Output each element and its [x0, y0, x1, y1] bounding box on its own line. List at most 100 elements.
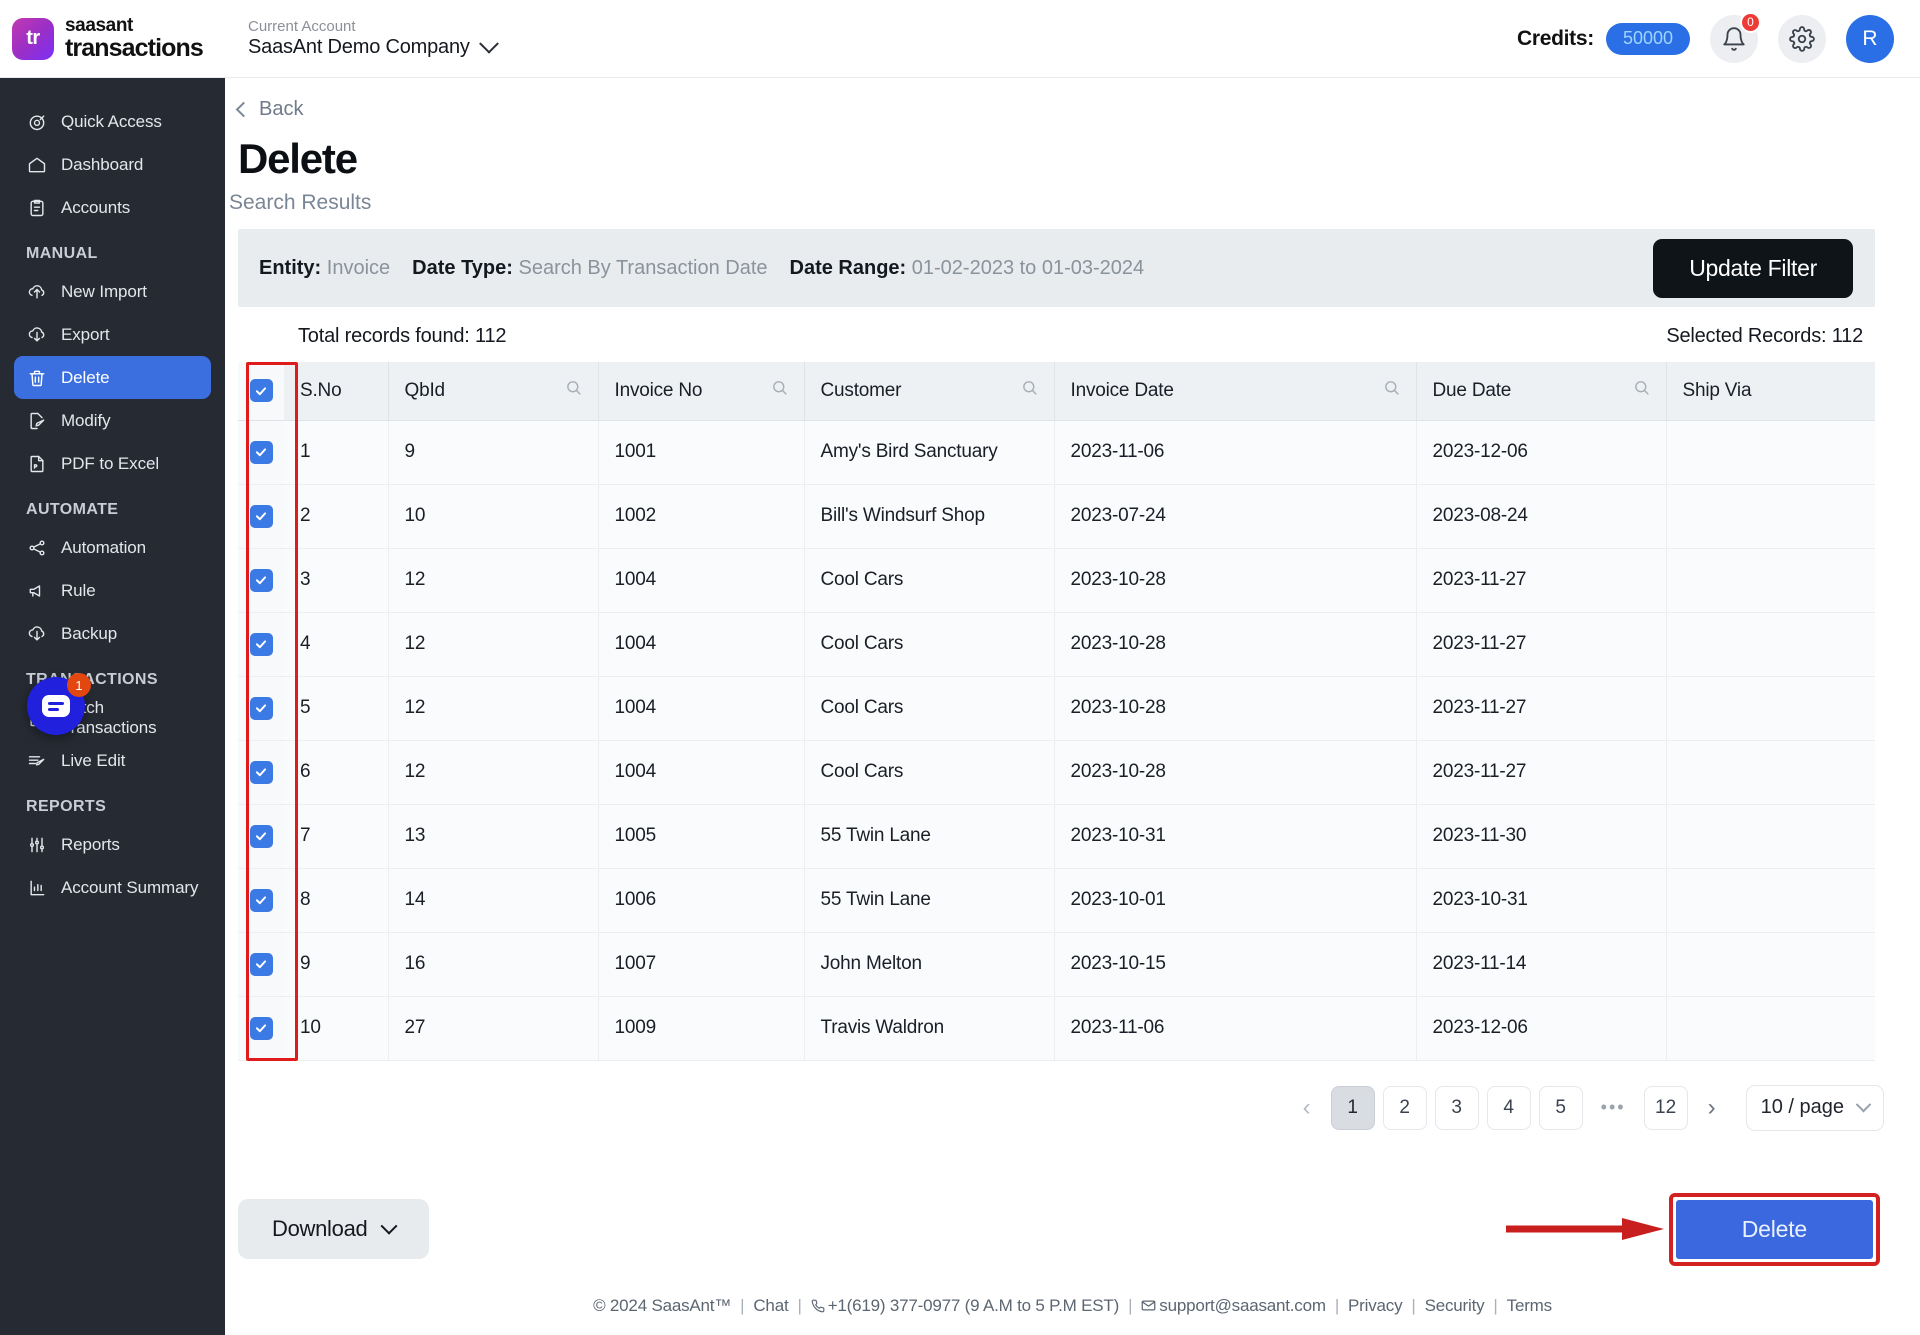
- notifications-button[interactable]: 0: [1710, 11, 1761, 63]
- sidebar-item-live-edit[interactable]: Live Edit: [14, 739, 211, 782]
- cell-invoice-no: 1009: [598, 996, 805, 1061]
- pagination-next-button[interactable]: ›: [1696, 1086, 1728, 1130]
- cell-qbid: 12: [388, 740, 599, 805]
- delete-button[interactable]: Delete: [1675, 1199, 1873, 1259]
- sidebar-item-quick-access[interactable]: Quick Access: [14, 100, 211, 143]
- brand-logo-area[interactable]: tr saasant transactions: [0, 16, 225, 61]
- row-select-cell[interactable]: [238, 932, 284, 997]
- table-row[interactable]: 7 13 1005 55 Twin Lane 2023-10-31 2023-1…: [238, 804, 1875, 869]
- pagination-prev-button[interactable]: ‹: [1291, 1086, 1323, 1130]
- sidebar-item-export[interactable]: Export: [14, 313, 211, 356]
- row-checkbox[interactable]: [249, 504, 273, 528]
- row-select-cell[interactable]: [238, 676, 284, 741]
- row-checkbox[interactable]: [249, 824, 273, 848]
- download-cloud-icon: [26, 324, 47, 345]
- row-select-cell[interactable]: [238, 868, 284, 933]
- row-checkbox[interactable]: [249, 760, 273, 784]
- footer-privacy-link[interactable]: Privacy: [1348, 1296, 1403, 1316]
- table-row[interactable]: 4 12 1004 Cool Cars 2023-10-28 2023-11-2…: [238, 612, 1875, 677]
- page-size-select[interactable]: 10 / page: [1745, 1084, 1884, 1131]
- table-row[interactable]: 6 12 1004 Cool Cars 2023-10-28 2023-11-2…: [238, 740, 1875, 805]
- pagination-page-2[interactable]: 2: [1382, 1085, 1427, 1130]
- row-checkbox[interactable]: [249, 696, 273, 720]
- footer-terms-link[interactable]: Terms: [1507, 1296, 1552, 1316]
- table-row[interactable]: 2 10 1002 Bill's Windsurf Shop 2023-07-2…: [238, 484, 1875, 549]
- sidebar-item-delete[interactable]: Delete: [14, 356, 211, 399]
- cell-due-date: 2023-11-27: [1416, 740, 1667, 805]
- row-checkbox[interactable]: [249, 568, 273, 592]
- search-icon[interactable]: [1383, 379, 1400, 402]
- search-icon[interactable]: [565, 379, 582, 402]
- search-icon[interactable]: [771, 379, 788, 402]
- pagination-page-5[interactable]: 5: [1538, 1085, 1583, 1130]
- filter-date-range: Date Range: 01-02-2023 to 01-03-2024: [790, 257, 1145, 280]
- table-row[interactable]: 3 12 1004 Cool Cars 2023-10-28 2023-11-2…: [238, 548, 1875, 613]
- user-avatar[interactable]: R: [1846, 14, 1894, 63]
- sidebar-item-accounts[interactable]: Accounts: [14, 186, 211, 229]
- row-checkbox[interactable]: [249, 632, 273, 656]
- sidebar-item-automation[interactable]: Automation: [14, 526, 211, 569]
- footer-email[interactable]: support@saasant.com: [1141, 1296, 1326, 1316]
- column-header-invoice-no[interactable]: Invoice No: [598, 362, 805, 421]
- table-row[interactable]: 10 27 1009 Travis Waldron 2023-11-06 202…: [238, 996, 1875, 1061]
- check-icon: [255, 960, 267, 969]
- sidebar-item-modify[interactable]: Modify: [14, 399, 211, 442]
- update-filter-button[interactable]: Update Filter: [1653, 238, 1853, 298]
- back-button[interactable]: Back: [225, 78, 1920, 121]
- sidebar-item-rule[interactable]: Rule: [14, 569, 211, 612]
- mail-icon: [1141, 1298, 1156, 1313]
- search-icon[interactable]: [1633, 379, 1650, 402]
- table-row[interactable]: 5 12 1004 Cool Cars 2023-10-28 2023-11-2…: [238, 676, 1875, 741]
- cell-due-date: 2023-12-06: [1416, 996, 1667, 1061]
- search-icon[interactable]: [1021, 379, 1038, 402]
- sidebar-label: New Import: [61, 281, 147, 301]
- table-row[interactable]: 8 14 1006 55 Twin Lane 2023-10-01 2023-1…: [238, 868, 1875, 933]
- column-header-sno[interactable]: S.No: [284, 362, 389, 421]
- column-label: Invoice Date: [1070, 379, 1174, 401]
- column-header-due-date[interactable]: Due Date: [1416, 362, 1667, 421]
- row-checkbox[interactable]: [249, 952, 273, 976]
- avatar-initial: R: [1862, 26, 1878, 50]
- pagination-ellipsis[interactable]: •••: [1591, 1086, 1636, 1130]
- row-checkbox[interactable]: [249, 440, 273, 464]
- row-select-cell[interactable]: [238, 804, 284, 869]
- row-select-cell[interactable]: [238, 484, 284, 549]
- table-row[interactable]: 1 9 1001 Amy's Bird Sanctuary 2023-11-06…: [238, 420, 1875, 485]
- row-select-cell[interactable]: [238, 420, 284, 485]
- row-select-cell[interactable]: [238, 740, 284, 805]
- sidebar-item-dashboard[interactable]: Dashboard: [14, 143, 211, 186]
- footer-security-link[interactable]: Security: [1425, 1296, 1485, 1316]
- settings-button[interactable]: [1778, 14, 1826, 63]
- pagination-page-last[interactable]: 12: [1643, 1085, 1688, 1130]
- sidebar-group-manual: MANUAL: [26, 245, 98, 262]
- column-header-ship-via[interactable]: Ship Via: [1666, 362, 1875, 421]
- chat-widget-button[interactable]: 1: [27, 673, 91, 735]
- pdf-file-icon: [26, 453, 47, 474]
- pagination-page-4[interactable]: 4: [1486, 1085, 1531, 1130]
- row-checkbox[interactable]: [249, 888, 273, 912]
- sidebar-item-account-summary[interactable]: Account Summary: [14, 866, 211, 909]
- column-header-customer[interactable]: Customer: [804, 362, 1055, 421]
- select-all-cell[interactable]: [238, 362, 284, 421]
- row-select-cell[interactable]: [238, 548, 284, 613]
- column-header-qbid[interactable]: QbId: [388, 362, 599, 421]
- sidebar-item-backup[interactable]: Backup: [14, 612, 211, 655]
- column-header-invoice-date[interactable]: Invoice Date: [1054, 362, 1417, 421]
- footer-chat-link[interactable]: Chat: [753, 1296, 788, 1316]
- sidebar-item-new-import[interactable]: New Import: [14, 270, 211, 313]
- pagination-page-1[interactable]: 1: [1330, 1085, 1375, 1130]
- sidebar-item-reports[interactable]: Reports: [14, 823, 211, 866]
- row-select-cell[interactable]: [238, 996, 284, 1061]
- select-all-checkbox[interactable]: [249, 379, 273, 403]
- brand-line1: saasant: [65, 15, 133, 36]
- current-account-row[interactable]: SaasAnt Demo Company: [248, 33, 499, 59]
- pagination-page-3[interactable]: 3: [1434, 1085, 1479, 1130]
- download-button[interactable]: Download: [238, 1199, 430, 1259]
- page-title: Delete: [238, 135, 358, 182]
- row-select-cell[interactable]: [238, 612, 284, 677]
- footer-phone[interactable]: +1(619) 377-0977 (9 A.M to 5 P.M EST): [811, 1296, 1119, 1316]
- sidebar-item-pdf-to-excel[interactable]: PDF to Excel: [14, 442, 211, 485]
- current-account-switcher[interactable]: Current Account SaasAnt Demo Company: [248, 18, 499, 60]
- row-checkbox[interactable]: [249, 1016, 273, 1040]
- table-row[interactable]: 9 16 1007 John Melton 2023-10-15 2023-11…: [238, 932, 1875, 997]
